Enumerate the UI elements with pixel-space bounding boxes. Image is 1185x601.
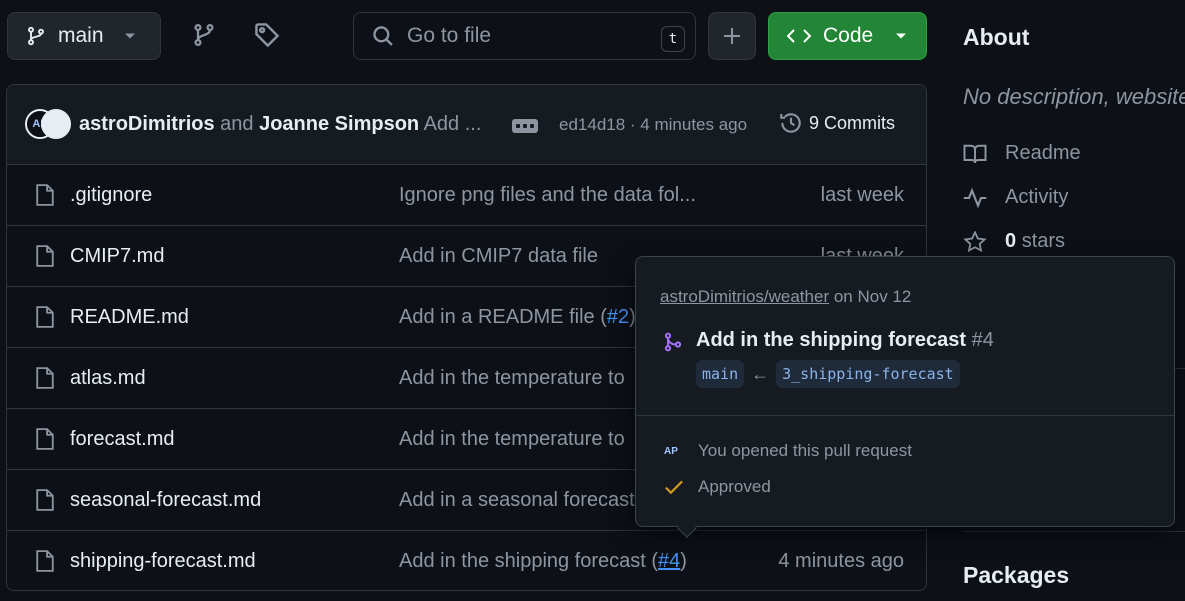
branch-label: main: [58, 24, 104, 47]
about-description: No description, website: [963, 84, 1185, 109]
commit-message[interactable]: Add in a README file (#2): [399, 306, 636, 329]
pr-branches: main ← 3_shipping-forecast: [696, 360, 960, 388]
file-icon: [35, 427, 55, 451]
arrow-left-icon: ←: [751, 363, 770, 384]
add-file-button[interactable]: [708, 12, 756, 60]
author-link[interactable]: astroDimitrios: [79, 113, 215, 135]
commit-message[interactable]: Add in the temperature to: [399, 428, 625, 451]
pr-number: #4: [971, 329, 994, 351]
commit-date: last week: [820, 184, 904, 206]
pr-review-status: Approved: [664, 477, 771, 497]
readme-link[interactable]: Readme: [963, 142, 1081, 165]
git-branch-icon: [26, 25, 46, 47]
file-icon: [35, 244, 55, 268]
plus-icon: [723, 27, 741, 45]
go-to-file-search[interactable]: Go to file t: [353, 12, 696, 60]
commit-message[interactable]: Add in CMIP7 data file: [399, 245, 598, 268]
branch-selector-button[interactable]: main: [7, 12, 161, 60]
star-icon: [963, 230, 987, 253]
table-row[interactable]: shipping-forecast.md Add in the shipping…: [7, 531, 926, 590]
activity-label: Activity: [1005, 186, 1069, 208]
commit-message-text: Add in the temperature to: [399, 367, 625, 389]
commit-message-text: Add in a seasonal forecast: [399, 489, 635, 511]
commit-message[interactable]: Ignore png files and the data fol...: [399, 184, 696, 207]
commit-message[interactable]: Add in the temperature to: [399, 367, 625, 390]
file-name[interactable]: README.md: [70, 306, 189, 329]
commit-authors: astroDimitrios and Joanne Simpson Add ..…: [79, 113, 481, 136]
file-icon: [35, 366, 55, 390]
file-name[interactable]: shipping-forecast.md: [70, 550, 256, 573]
about-heading: About: [963, 24, 1030, 50]
chevron-down-icon: [895, 32, 907, 40]
divider: [636, 415, 1174, 416]
latest-commit-header: AP astroDimitrios and Joanne Simpson Add…: [7, 85, 926, 165]
search-placeholder: Go to file: [407, 24, 492, 47]
code-icon: [787, 27, 811, 45]
commit-sha-time[interactable]: ed14d18 · 4 minutes ago: [559, 115, 747, 135]
avatar: AP: [664, 445, 678, 457]
expand-commit-button[interactable]: [512, 119, 538, 133]
commit-date: 4 minutes ago: [778, 550, 904, 572]
pr-title-text: Add in the shipping forecast: [696, 329, 967, 351]
pr-title[interactable]: Add in the shipping forecast #4: [696, 329, 994, 352]
file-icon: [35, 549, 55, 573]
commit-message-text: Add in a README file (: [399, 306, 607, 328]
commit-message[interactable]: Add in a seasonal forecast: [399, 489, 635, 512]
commit-message-text: Add in CMIP7 data file: [399, 245, 598, 267]
opened-text: You opened this pull request: [698, 441, 912, 460]
file-name[interactable]: forecast.md: [70, 428, 174, 451]
shortcut-key: t: [661, 26, 685, 52]
head-branch: 3_shipping-forecast: [776, 360, 960, 388]
code-button[interactable]: Code: [768, 12, 927, 60]
file-name[interactable]: seasonal-forecast.md: [70, 489, 261, 512]
commits-label: 9 Commits: [809, 112, 896, 133]
stars-count: 0: [1005, 230, 1017, 252]
readme-label: Readme: [1005, 142, 1081, 164]
table-row[interactable]: .gitignore Ignore png files and the data…: [7, 165, 926, 226]
commit-message-text: Ignore png files and the data fol...: [399, 184, 696, 206]
file-name[interactable]: CMIP7.md: [70, 245, 164, 268]
pr-opened-status: AP You opened this pull request: [664, 441, 912, 461]
tag-icon[interactable]: [254, 22, 280, 48]
file-icon: [35, 488, 55, 512]
check-icon: [664, 478, 684, 496]
commit-message-text: Add in the shipping forecast (: [399, 550, 659, 572]
file-name[interactable]: .gitignore: [70, 184, 152, 207]
repo-link[interactable]: astroDimitrios/weather: [660, 287, 829, 306]
commit-message-text: Add in the temperature to: [399, 428, 625, 450]
pull-request-merged-icon: [663, 331, 683, 353]
branches-icon[interactable]: [192, 22, 216, 48]
author-link[interactable]: Joanne Simpson: [259, 113, 419, 135]
file-name[interactable]: atlas.md: [70, 367, 146, 390]
file-icon: [35, 183, 55, 207]
book-icon: [963, 143, 987, 165]
search-icon: [372, 25, 394, 47]
divider: [963, 531, 1185, 532]
commits-link[interactable]: 9 Commits: [779, 111, 895, 135]
stars-label: stars: [1021, 230, 1066, 252]
pull-request-hovercard: astroDimitrios/weather on Nov 12 Add in …: [635, 256, 1175, 538]
activity-link[interactable]: Activity: [963, 186, 1068, 209]
hovercard-repo: astroDimitrios/weather on Nov 12: [660, 287, 911, 307]
packages-heading: Packages: [963, 562, 1070, 588]
base-branch: main: [696, 360, 745, 388]
history-icon: [779, 111, 803, 135]
code-label: Code: [823, 24, 874, 47]
stars-link[interactable]: 0 stars: [963, 230, 1065, 253]
commit-message[interactable]: Add in the shipping forecast (#4): [399, 550, 687, 573]
author-joiner: and: [220, 113, 254, 135]
pull-request-link[interactable]: #2: [607, 306, 629, 328]
commit-message-suffix: ): [680, 550, 687, 572]
repo-date: on Nov 12: [833, 287, 912, 306]
commit-message[interactable]: Add ...: [424, 113, 482, 135]
pulse-icon: [963, 187, 987, 209]
chevron-down-icon: [124, 32, 136, 40]
approved-text: Approved: [698, 477, 771, 496]
file-icon: [35, 305, 55, 329]
pull-request-link[interactable]: #4: [658, 550, 680, 572]
avatar[interactable]: [41, 109, 71, 139]
